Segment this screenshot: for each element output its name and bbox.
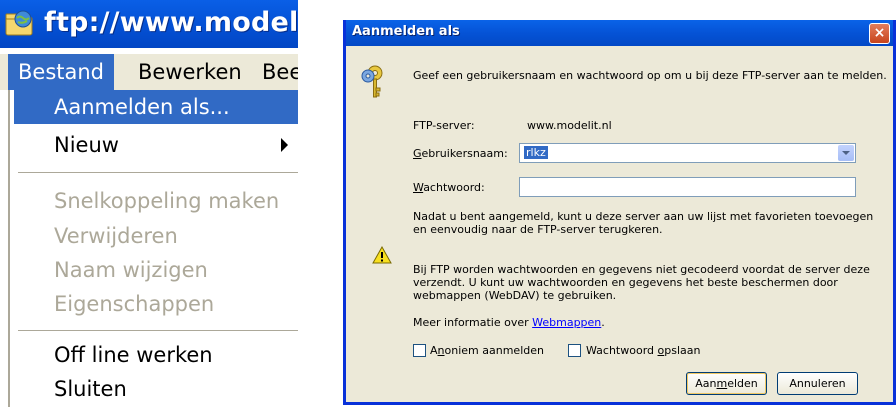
webmappen-link[interactable]: Webmappen [532, 316, 601, 329]
password-field[interactable] [519, 177, 856, 197]
explorer-window: ftp://www.modelit.n Bestand Bewerken Bee… [0, 0, 298, 407]
username-label: Gebruikersnaam: [413, 147, 508, 160]
dialog-title-bar: Aanmelden als × [346, 20, 893, 46]
submenu-arrow-icon [281, 138, 288, 152]
menu-item-naam-wijzigen[interactable]: Naam wijzigen [14, 253, 298, 287]
username-value: rlkz [524, 146, 548, 159]
save-password-checkbox[interactable] [568, 344, 581, 357]
menu-item-nieuw[interactable]: Nieuw [14, 128, 298, 162]
close-button[interactable]: × [869, 23, 890, 44]
save-password-label-pre: Wachtwoord [586, 344, 658, 357]
save-password-label[interactable]: Wachtwoord opslaan [586, 344, 700, 357]
ftp-server-label: FTP-server: [413, 119, 475, 132]
more-info-suffix: . [601, 316, 605, 329]
chevron-down-icon [842, 151, 850, 155]
menu-item-verwijderen[interactable]: Verwijderen [14, 219, 298, 253]
warning-text-line3: webmappen (WebDAV) te gebruiken. [413, 289, 617, 302]
menu-beeld[interactable]: Bee [262, 54, 298, 90]
username-label-accesskey: G [413, 147, 422, 160]
more-info-prefix: Meer informatie over [413, 316, 533, 329]
password-label: Wachtwoord: [413, 181, 485, 194]
username-label-rest: ebruikersnaam: [421, 147, 508, 160]
more-info-text: Meer informatie over Webmappen. [413, 316, 605, 329]
login-label-pre: Aan [695, 377, 717, 390]
cancel-button[interactable]: Annuleren [777, 372, 858, 395]
window-title: ftp://www.modelit.n [44, 7, 298, 38]
menu-item-aanmelden-als[interactable]: Aanmelden als... [14, 90, 298, 124]
menu-bestand[interactable]: Bestand [8, 54, 115, 90]
info-text-line1: Nadat u bent aangemeld, kunt u deze serv… [413, 210, 874, 223]
anonymous-login-checkbox[interactable] [413, 344, 426, 357]
menu-item-snelkoppeling-maken[interactable]: Snelkoppeling maken [14, 184, 298, 218]
menu-bewerken[interactable]: Bewerken [138, 54, 242, 90]
save-password-label-rest: pslaan [664, 344, 701, 357]
info-text-line2: en eenvoudig naar de FTP-server terugker… [413, 223, 663, 236]
menu-item-eigenschappen[interactable]: Eigenschappen [14, 287, 298, 321]
warning-text-line1: Bij FTP worden wachtwoorden en gegevens … [413, 263, 870, 276]
login-dialog: Aanmelden als × Geef een gebruikersnaam … [343, 20, 896, 405]
anonymous-login-label[interactable]: Anoniem aanmelden [430, 344, 544, 357]
ftp-server-value: www.modelit.nl [527, 119, 612, 132]
menu-item-off-line-werken[interactable]: Off line werken [14, 338, 298, 372]
password-label-accesskey: W [413, 181, 424, 194]
username-combobox[interactable]: rlkz [519, 143, 856, 163]
keys-icon [361, 65, 383, 98]
warning-text-line2: verzendt. U kunt uw wachtwoorden en gege… [413, 276, 838, 289]
dialog-title: Aanmelden als [352, 24, 460, 39]
warning-icon [372, 246, 392, 264]
dropdown-button[interactable] [838, 145, 854, 161]
anonymous-login-label-rest: oniem aanmelden [444, 344, 544, 357]
menu-separator [18, 172, 298, 173]
menu-item-nieuw-label: Nieuw [54, 133, 119, 157]
explorer-title-bar: ftp://www.modelit.n [0, 0, 298, 48]
menu-bar: Bestand Bewerken Bee [0, 54, 298, 90]
anonymous-login-accesskey: n [437, 344, 445, 357]
login-accesskey: m [716, 377, 728, 390]
login-button[interactable]: Aanmelden [686, 372, 767, 395]
menu-separator [18, 330, 298, 331]
anonymous-login-label-a: A [430, 344, 438, 357]
menu-item-sluiten[interactable]: Sluiten [14, 372, 298, 406]
intro-text: Geef een gebruikersnaam en wachtwoord op… [413, 69, 887, 82]
file-menu-dropdown: Aanmelden als... Nieuw Snelkoppeling mak… [8, 90, 298, 407]
login-label-rest: elden [727, 377, 758, 390]
password-label-rest: achtwoord: [423, 181, 485, 194]
ftp-folder-icon [5, 10, 33, 36]
